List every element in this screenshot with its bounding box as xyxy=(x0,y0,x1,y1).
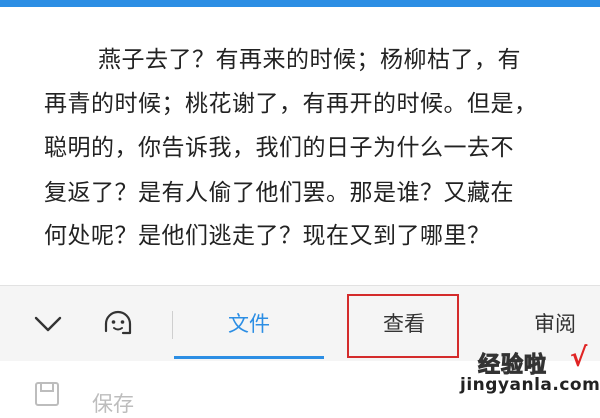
voice-assistant-icon[interactable] xyxy=(94,286,142,361)
highlight-annotation-box xyxy=(347,294,459,358)
chevron-down-icon[interactable] xyxy=(28,286,68,361)
active-tab-indicator xyxy=(174,356,324,359)
watermark-url: jingyanla.com xyxy=(460,375,600,395)
tab-file[interactable]: 文件 xyxy=(174,285,324,360)
document-line: 燕子去了？有再来的时候；杨柳枯了，有 xyxy=(98,47,521,73)
watermark-logo: 经验啦 √ jingyanla.com xyxy=(458,343,600,400)
top-status-bar xyxy=(0,0,600,7)
document-line: 聪明的，你告诉我，我们的日子为什么一去不 xyxy=(44,135,514,161)
document-line: 何处呢？是他们逃走了？现在又到了哪里？ xyxy=(44,223,491,249)
checkmark-icon: √ xyxy=(570,343,588,373)
document-line: 再青的时候；桃花谢了，有再开的时候。但是， xyxy=(44,91,538,117)
toolbar-divider xyxy=(172,311,173,339)
document-line: 复返了？是有人偷了他们罢。那是谁？又藏在 xyxy=(44,180,514,206)
save-icon[interactable] xyxy=(34,381,60,407)
document-body[interactable]: 燕子去了？有再来的时候；杨柳枯了，有 再青的时候；桃花谢了，有再开的时候。但是，… xyxy=(0,7,600,285)
save-label[interactable]: 保存 xyxy=(92,388,134,418)
